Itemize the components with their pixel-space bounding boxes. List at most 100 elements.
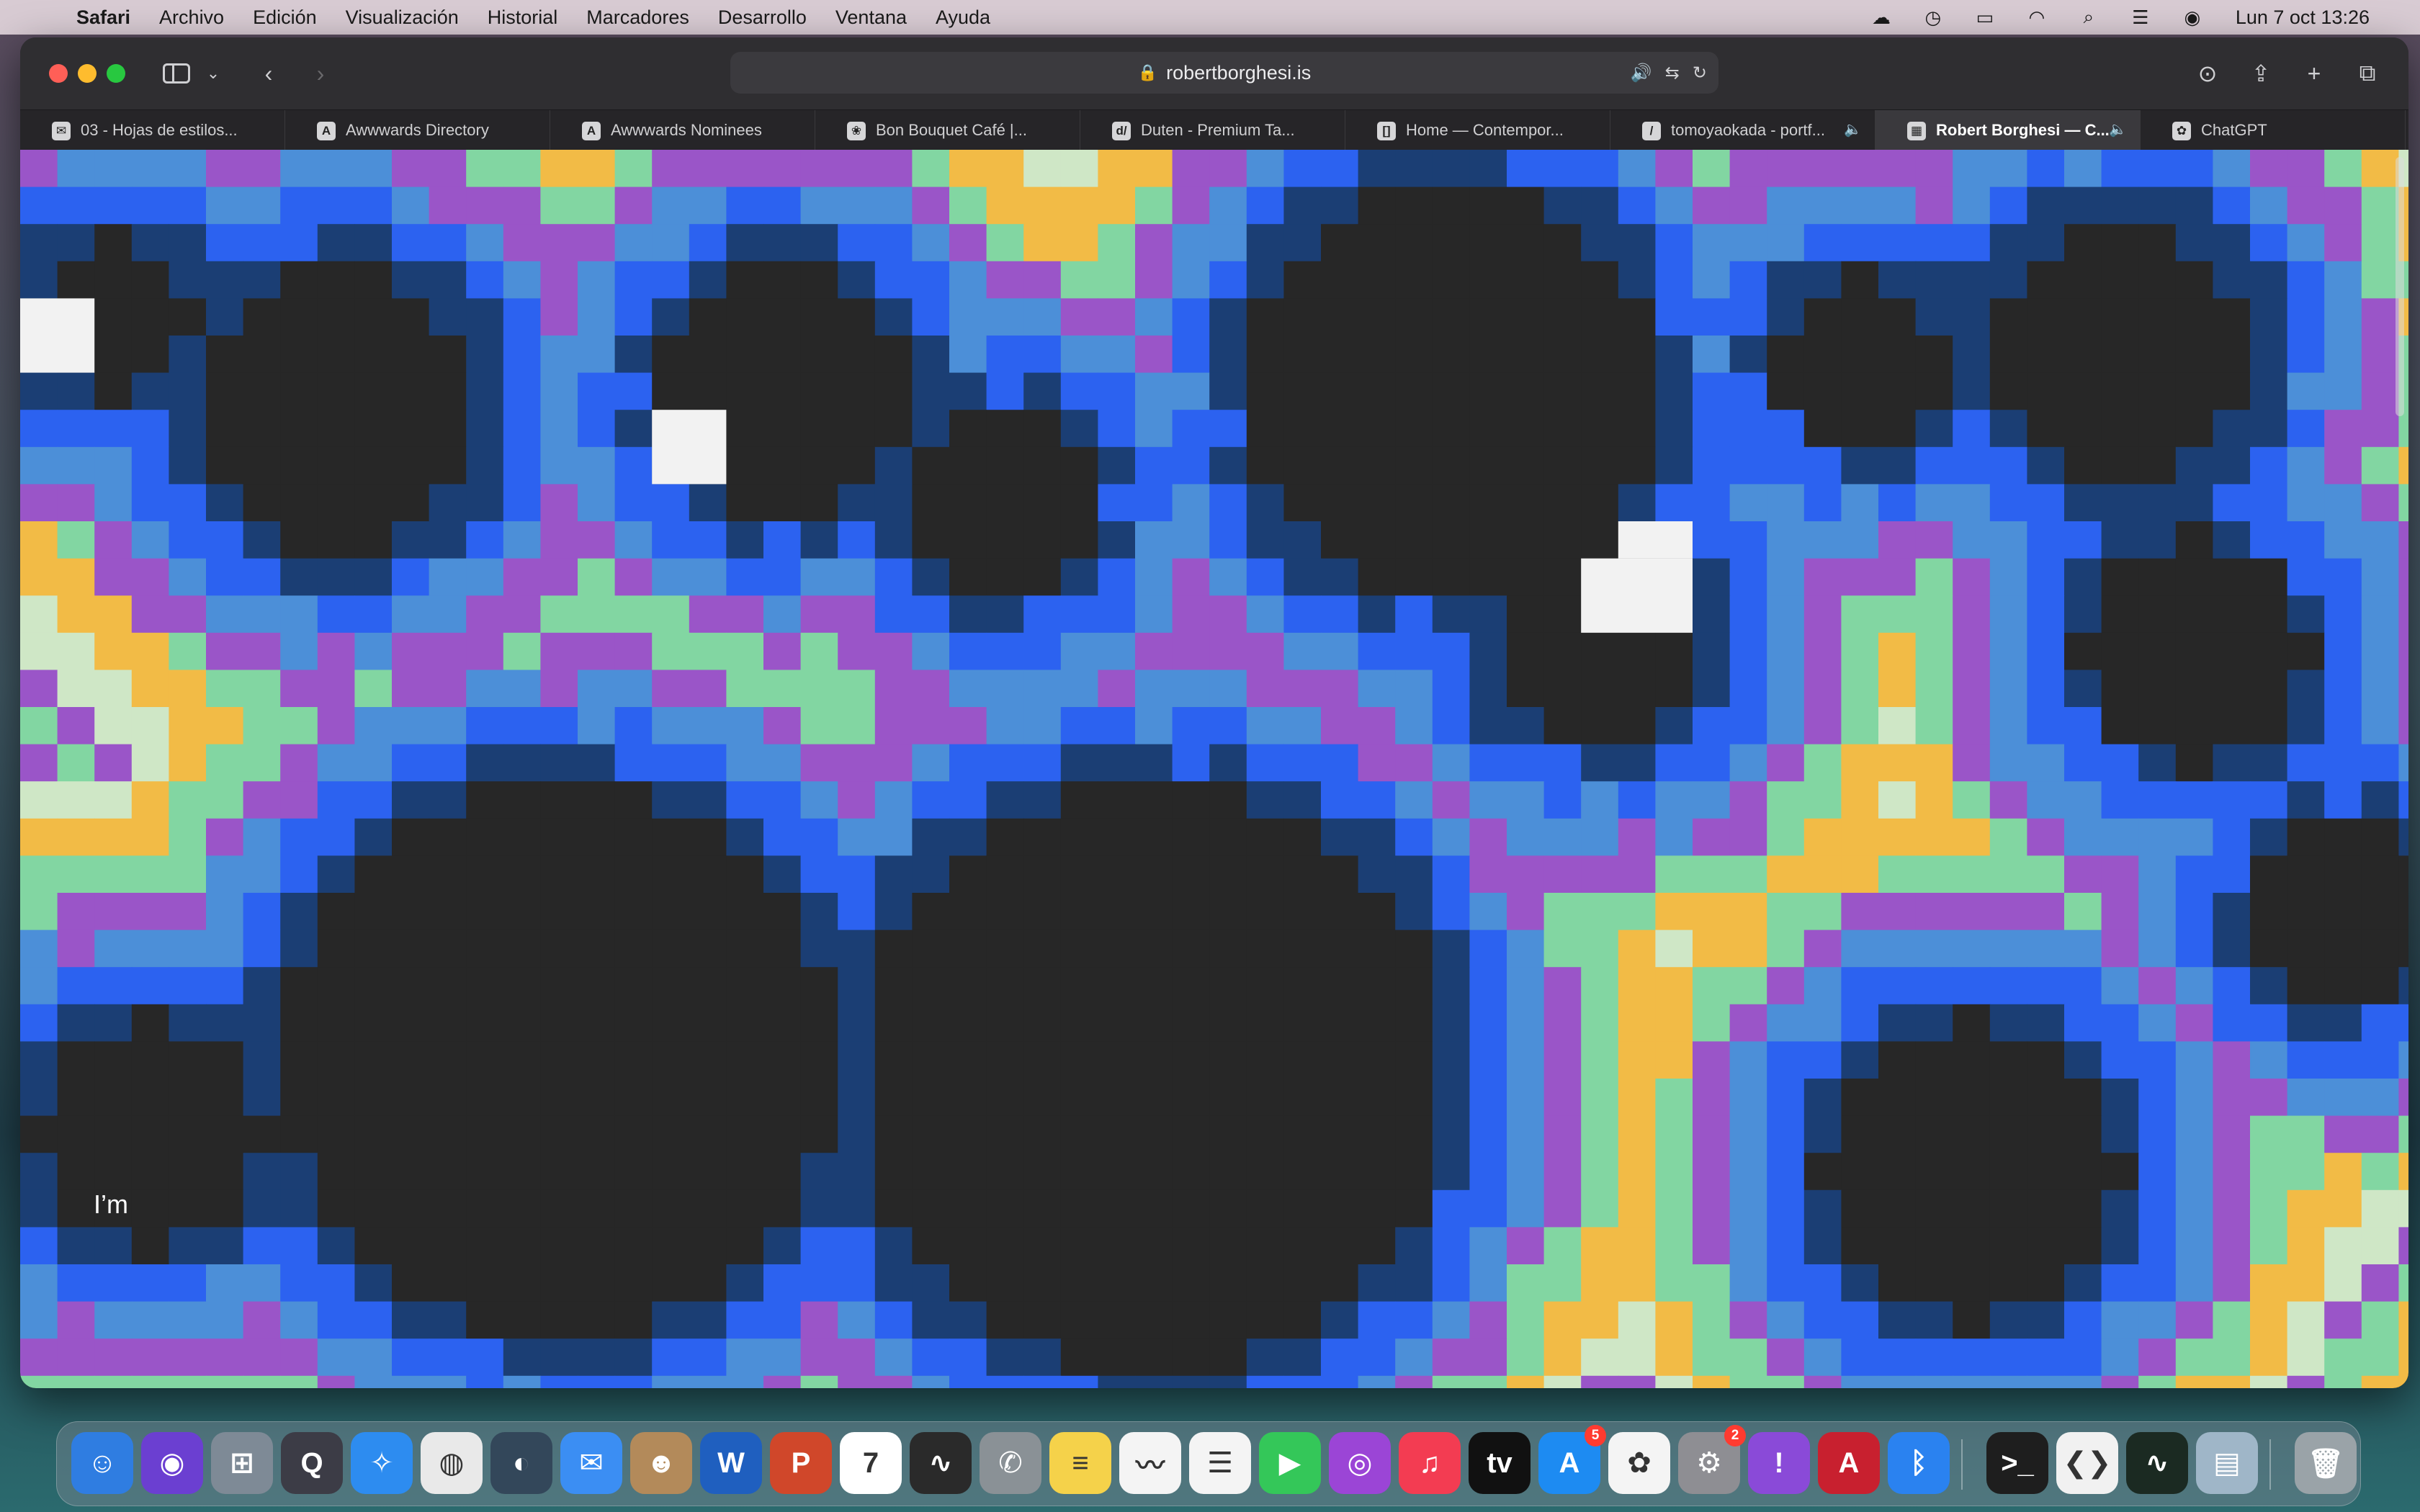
address-bar[interactable]: 🔒 robertborghesi.is 🔊 ⇆ ↻	[730, 52, 1718, 94]
mosaic-pixel	[800, 632, 838, 670]
dock-powerpoint-icon[interactable]: P	[770, 1432, 832, 1494]
siri-icon[interactable]: ◉	[2178, 6, 2207, 28]
new-tab-icon[interactable]: +	[2295, 60, 2334, 87]
menu-historial[interactable]: Historial	[488, 6, 558, 29]
mosaic-pixel	[912, 1153, 950, 1191]
menu-visualizacion[interactable]: Visualización	[346, 6, 459, 29]
menu-bar: Safari Archivo Edición Visualización His…	[0, 0, 2420, 35]
dock-system-settings-icon[interactable]: ⚙ 2	[1678, 1425, 1746, 1494]
dock-contacts-icon[interactable]: ☻	[630, 1432, 692, 1494]
dock-mail-icon[interactable]: ✉	[560, 1432, 622, 1494]
dock-autocad-icon[interactable]: A	[1818, 1432, 1880, 1494]
browser-tab[interactable]: ✉ 03 - Hojas de estilos...	[20, 110, 285, 150]
zoom-window-button[interactable]	[107, 64, 125, 83]
dock-finder-icon[interactable]: ☺	[71, 1432, 133, 1494]
browser-tab[interactable]: ✿ ChatGPT	[2141, 110, 2406, 150]
dock-reminders-icon[interactable]: ☰	[1189, 1432, 1251, 1494]
mosaic-pixel	[466, 893, 504, 931]
dock-safari-icon[interactable]: ✧	[351, 1432, 413, 1494]
mosaic-pixel	[1915, 521, 1953, 559]
menu-desarrollo[interactable]: Desarrollo	[718, 6, 807, 29]
dock-terminal-icon[interactable]: >_	[1986, 1432, 2048, 1494]
dock-quicktime-icon[interactable]: Q	[281, 1432, 343, 1494]
dock-apple-tv-icon[interactable]: tv	[1469, 1432, 1531, 1494]
back-button-icon[interactable]: ‹	[251, 55, 287, 92]
tab-overview-icon[interactable]: ⧉	[2348, 60, 2387, 87]
downloads-icon[interactable]: ⊙	[2188, 60, 2227, 87]
chevron-down-icon[interactable]: ⌄	[200, 55, 226, 92]
notification-badge: 5	[1585, 1425, 1606, 1446]
browser-tab[interactable]: [] Home — Contempor...	[1345, 110, 1610, 150]
mosaic-pixel	[466, 1375, 504, 1388]
dock-facetime-icon[interactable]: ▶	[1259, 1432, 1321, 1494]
dock-app-store-icon[interactable]: A5	[1538, 1425, 1606, 1494]
menu-clock[interactable]: Lun 7 oct 13:26	[2236, 6, 2370, 29]
mosaic-pixel	[614, 1041, 653, 1079]
dock-photos-icon[interactable]: ✿	[1608, 1432, 1670, 1494]
dock-podcasts-icon[interactable]: ◎	[1329, 1432, 1391, 1494]
tab-audio-icon[interactable]: 🔈	[2109, 120, 2127, 138]
menu-archivo[interactable]: Archivo	[159, 6, 224, 29]
dock-trash-icon[interactable]: 🗑	[2295, 1432, 2357, 1494]
minimize-window-button[interactable]	[78, 64, 97, 83]
mosaic-pixel	[1060, 1338, 1098, 1377]
mosaic-pixel	[2138, 595, 2177, 634]
mosaic-pixel	[1172, 1153, 1210, 1191]
sidebar-toggle-icon[interactable]	[157, 55, 196, 92]
browser-tab[interactable]: d/Duten - Premium Ta...	[1080, 110, 1345, 150]
dock-calendar-icon[interactable]: 7	[840, 1432, 902, 1494]
reload-icon[interactable]: ↻	[1693, 63, 1707, 84]
dock-music-icon[interactable]: ♫	[1399, 1432, 1461, 1494]
dock-notes-icon[interactable]: ≡	[1049, 1432, 1111, 1494]
dock-siri-icon[interactable]: ◉	[141, 1432, 203, 1494]
menu-ventana[interactable]: Ventana	[835, 6, 907, 29]
time-machine-icon[interactable]: ◷	[1919, 6, 1948, 28]
mosaic-pixel	[1135, 298, 1173, 336]
mosaic-pixel	[1989, 595, 2027, 634]
menu-ayuda[interactable]: Ayuda	[936, 6, 990, 29]
browser-tab[interactable]: / tomoyaokada - portf... 🔈	[1610, 110, 1876, 150]
dock-vscode-icon[interactable]: ❮❯	[2056, 1432, 2118, 1494]
mosaic-pixel	[317, 558, 355, 596]
mosaic-pixel	[20, 150, 58, 188]
dock-bluetooth-icon[interactable]: ᛒ	[1888, 1432, 1950, 1494]
forward-button-icon[interactable]: ›	[302, 55, 339, 92]
battery-icon[interactable]: ▭	[1971, 6, 1999, 28]
menu-app-name[interactable]: Safari	[76, 6, 130, 29]
dock-voice-memos-icon[interactable]: ∿	[910, 1432, 972, 1494]
page-scrollbar[interactable]	[2396, 157, 2404, 416]
mosaic-pixel	[1581, 1375, 1619, 1388]
dock-feedback-icon[interactable]: !	[1748, 1432, 1810, 1494]
browser-tab[interactable]: ❀ Bon Bouquet Café |...	[815, 110, 1080, 150]
browser-tab[interactable]: ▦ Robert Borghesi — C... 🔈	[1876, 110, 2141, 150]
browser-tab[interactable]: A Awwwards Directory	[285, 110, 550, 150]
spotlight-search-icon[interactable]: ⌕	[2074, 6, 2103, 28]
mosaic-pixel	[2175, 707, 2213, 745]
menu-edicion[interactable]: Edición	[253, 6, 317, 29]
dock-freeform-icon[interactable]: 〰	[1119, 1432, 1181, 1494]
share-icon[interactable]: ⇪	[2241, 60, 2280, 87]
mosaic-pixel	[874, 150, 913, 188]
mosaic-pixel	[578, 632, 616, 670]
close-window-button[interactable]	[49, 64, 68, 83]
mosaic-pixel	[689, 372, 727, 410]
control-center-icon[interactable]: ☰	[2126, 6, 2155, 28]
tab-audio-icon[interactable]: 🔈	[1844, 120, 1862, 138]
wifi-icon[interactable]: ◠	[2022, 6, 2051, 28]
mosaic-pixel	[169, 1189, 207, 1228]
mosaic-pixel	[2213, 558, 2251, 596]
dock-word-icon[interactable]: W	[700, 1432, 762, 1494]
webpage-content[interactable]: I’m	[20, 150, 2408, 1388]
dock-activity-monitor-icon[interactable]: ∿	[2126, 1432, 2188, 1494]
browser-tab[interactable]: A Awwwards Nominees	[550, 110, 815, 150]
audio-playing-icon[interactable]: 🔊	[1631, 63, 1652, 84]
translate-icon[interactable]: ⇆	[1665, 63, 1680, 84]
mosaic-pixel	[1469, 595, 1507, 634]
dock-launchpad-icon[interactable]: ⊞	[211, 1432, 273, 1494]
dock-whatsapp-icon[interactable]: ✆	[980, 1432, 1041, 1494]
menu-marcadores[interactable]: Marcadores	[586, 6, 689, 29]
creative-cloud-icon[interactable]: ☁	[1867, 6, 1896, 28]
dock-chrome-icon[interactable]: ◍	[421, 1432, 483, 1494]
dock-network-radar-icon[interactable]: ◐	[490, 1432, 552, 1494]
dock-preview-icon[interactable]: ▤	[2196, 1432, 2258, 1494]
